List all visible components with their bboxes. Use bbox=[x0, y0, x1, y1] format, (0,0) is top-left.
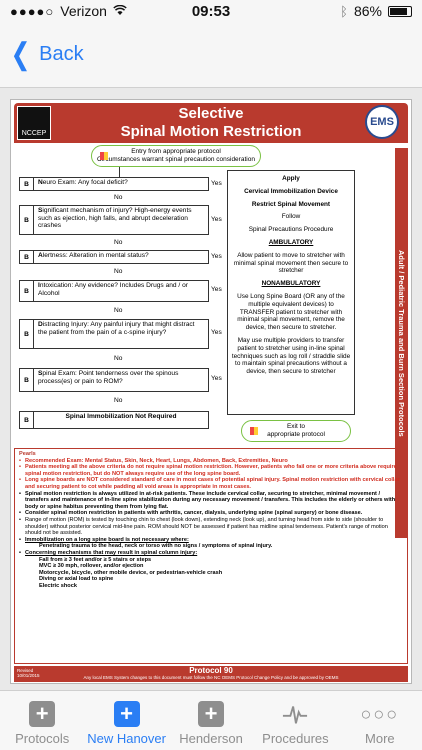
step-mechanism: B Significant mechanism of injury? High-… bbox=[19, 205, 209, 235]
mechanism-item: Diving or axial load to spine bbox=[39, 576, 114, 583]
step-neuro: B Neuro Exam: Any focal deficit? bbox=[19, 177, 209, 191]
clock: 09:53 bbox=[191, 2, 231, 20]
no-label: No bbox=[114, 268, 123, 275]
entry-box: Entry from appropriate protocol Circumst… bbox=[91, 145, 261, 167]
plus-icon: + bbox=[198, 701, 225, 727]
tab-protocols[interactable]: + Protocols bbox=[0, 691, 84, 750]
nav-bar: ❮ Back bbox=[0, 22, 422, 88]
pearl-item: Range of motion (ROM) is tested by touch… bbox=[19, 517, 403, 537]
step-alertness: B Alertness: Alteration in mental status… bbox=[19, 250, 209, 264]
tab-procedures[interactable]: Procedures bbox=[253, 691, 337, 750]
ems-logo: EMS bbox=[365, 105, 399, 139]
step-spinal-exam: B Spinal Exam: Point tenderness over the… bbox=[19, 368, 209, 392]
plus-icon: + bbox=[29, 701, 56, 727]
pearl-item: Patients meeting all the above criteria … bbox=[19, 464, 403, 477]
plus-icon: + bbox=[113, 701, 140, 727]
pearl-item: Long spine boards are NOT considered sta… bbox=[19, 477, 403, 490]
protocol-document: Selective Spinal Motion Restriction NCCE… bbox=[10, 99, 412, 684]
protocol-icon bbox=[250, 427, 258, 435]
pearls-heading: Pearls bbox=[19, 451, 36, 457]
protocol-icon bbox=[100, 152, 108, 160]
pearl-item: Recommended Exam: Mental Status, Skin, N… bbox=[19, 458, 403, 465]
pearl-item: Consider spinal motion restriction in pa… bbox=[19, 510, 403, 517]
mechanism-item: MVC ≥ 30 mph, rollover, and/or ejection bbox=[39, 563, 144, 570]
pearl-item: Concerning mechanisms that may result in… bbox=[19, 550, 403, 557]
pearls-list: Recommended Exam: Mental Status, Skin, N… bbox=[19, 458, 403, 544]
pearl-subitem: Penetrating trauma to the head, neck or … bbox=[39, 543, 273, 550]
no-label: No bbox=[114, 307, 123, 314]
no-label: No bbox=[114, 397, 123, 404]
back-button[interactable]: ❮ Back bbox=[8, 37, 84, 71]
footer-note: Any local EMS System changes to this doc… bbox=[83, 675, 339, 680]
step-intoxication: B Intoxication: Any evidence? Includes D… bbox=[19, 280, 209, 302]
immobilization-box: Apply Cervical Immobilization Device Res… bbox=[227, 170, 355, 415]
pearl-item: Immobilization on a long spine board is … bbox=[19, 537, 403, 544]
no-label: No bbox=[114, 355, 123, 362]
mechanism-item: Fall from ≥ 3 feet and/or ≥ 5 stairs or … bbox=[39, 556, 152, 563]
pearls-section: Pearls Recommended Exam: Mental Status, … bbox=[14, 448, 408, 664]
battery-icon bbox=[388, 5, 412, 17]
pulse-icon bbox=[282, 701, 308, 727]
more-icon: ○○○ bbox=[360, 704, 400, 724]
tab-bar: + Protocols + New Hanover + Henderson Pr… bbox=[0, 690, 422, 750]
step-not-required: B Spinal Immobilization Not Required bbox=[19, 411, 209, 429]
chevron-left-icon: ❮ bbox=[10, 37, 31, 71]
yes-label: Yes bbox=[211, 286, 222, 293]
protocol-number: Protocol 90 bbox=[189, 666, 233, 675]
mechanism-item: Motorcycle, bicycle, other mobile device… bbox=[39, 569, 223, 576]
step-distracting-injury: B Distracting Injury: Any painful injury… bbox=[19, 319, 209, 349]
document-viewer[interactable]: Selective Spinal Motion Restriction NCCE… bbox=[0, 89, 422, 689]
yes-label: Yes bbox=[211, 216, 222, 223]
tab-more[interactable]: ○○○ More bbox=[338, 691, 422, 750]
tab-henderson[interactable]: + Henderson bbox=[169, 691, 253, 750]
mechanism-item: Electric shock bbox=[39, 582, 77, 589]
tab-new-hanover[interactable]: + New Hanover bbox=[84, 691, 168, 750]
yes-label: Yes bbox=[211, 180, 222, 187]
yes-label: Yes bbox=[211, 375, 222, 382]
document-title: Selective Spinal Motion Restriction bbox=[14, 103, 408, 143]
battery-fill bbox=[390, 7, 407, 15]
title-line-2: Spinal Motion Restriction bbox=[120, 123, 302, 140]
document-footer: Revised 10/01/2015 Protocol 90 Any local … bbox=[14, 666, 408, 682]
back-label: Back bbox=[39, 43, 84, 65]
yes-label: Yes bbox=[211, 253, 222, 260]
connector bbox=[119, 167, 120, 177]
title-line-1: Selective bbox=[178, 105, 244, 122]
pearl-item: Spinal motion restriction is always util… bbox=[19, 491, 403, 511]
yes-label: Yes bbox=[211, 329, 222, 336]
status-bar: ●●●●○ Verizon 09:53 ᛒ 86% bbox=[0, 0, 422, 22]
exit-box: Exit to appropriate protocol bbox=[241, 420, 351, 442]
no-label: No bbox=[114, 194, 123, 201]
no-label: No bbox=[114, 239, 123, 246]
nccep-logo: NCCEP bbox=[17, 106, 51, 140]
